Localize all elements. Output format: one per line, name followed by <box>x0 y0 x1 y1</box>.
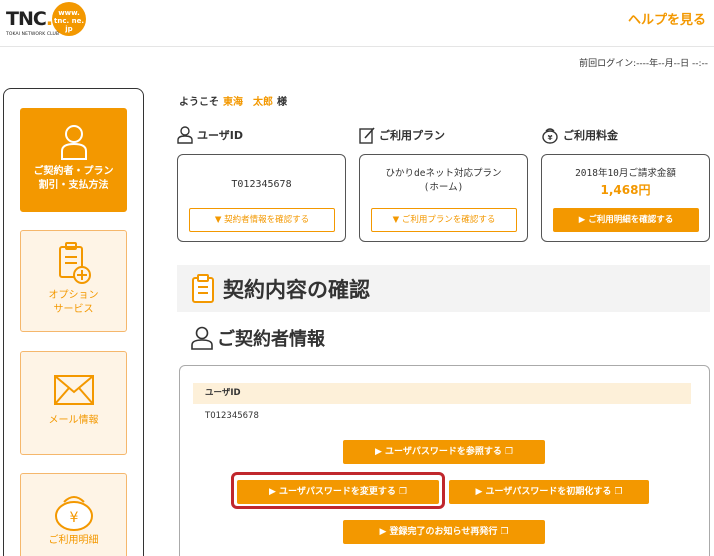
user-id-value: T012345678 <box>205 411 259 421</box>
person-icon <box>60 125 87 160</box>
person-icon <box>177 126 193 144</box>
view-password-button[interactable]: ▶ ユーザパスワードを参照する ❐ <box>343 440 545 464</box>
user-id-card: T012345678 ▼ 契約者情報を確認する <box>177 154 346 242</box>
tnc-logo[interactable]: TNC. www. tnc. ne. jp TOKAI NETWORK CLUB <box>6 2 90 46</box>
svg-text:¥: ¥ <box>69 510 78 526</box>
user-id-value: T012345678 <box>231 179 292 190</box>
user-id-label: ユーザID <box>193 383 691 404</box>
clipboard-icon <box>192 273 214 303</box>
sidebar-item-label: ご契約者・プラン <box>33 166 114 177</box>
user-id-heading: ユーザID <box>177 126 243 144</box>
yen-purse-icon: ¥ <box>54 496 93 531</box>
svg-text:¥: ¥ <box>548 134 553 142</box>
help-link[interactable]: ヘルプを見る <box>628 9 706 28</box>
reissue-notice-button[interactable]: ▶ 登録完了のお知らせ再発行 ❐ <box>343 520 545 544</box>
contractor-info-heading: ご契約者情報 <box>191 325 325 351</box>
section-banner: 契約内容の確認 <box>177 265 710 312</box>
clipboard-edit-icon <box>359 127 375 144</box>
billing-amount: 1,468円 <box>600 183 651 197</box>
sidebar-item-label: サービス <box>53 304 94 315</box>
view-plan-button[interactable]: ▼ ご利用プランを確認する <box>371 208 517 232</box>
sidebar-item-billing[interactable]: ¥ ご利用明細 <box>20 473 127 556</box>
user-name: 東海 太郎 <box>223 97 273 108</box>
plan-heading: ご利用プラン <box>359 126 445 144</box>
logo-text: TNC. <box>6 8 53 30</box>
sidebar-item-label: オプション <box>48 290 99 301</box>
sidebar: ご契約者・プラン 割引・支払方法 オプション サービス メール情報 ¥ ご利用明… <box>3 88 144 556</box>
logo-subtitle: TOKAI NETWORK CLUB <box>6 32 60 37</box>
billing-month: 2018年10月ご請求金額 <box>575 168 676 179</box>
page-title: 契約内容の確認 <box>223 277 370 302</box>
clipboard-plus-icon <box>58 242 91 284</box>
yen-purse-icon: ¥ <box>542 128 558 144</box>
last-login-text: 前回ログイン:----年--月--日 --:-- <box>579 59 708 69</box>
view-contract-info-button[interactable]: ▼ 契約者情報を確認する <box>189 208 335 232</box>
fee-heading: ¥ ご利用料金 <box>541 126 618 144</box>
sidebar-item-contract[interactable]: ご契約者・プラン 割引・支払方法 <box>20 108 127 212</box>
plan-name: ひかりdeネット対応プラン <box>385 168 502 179</box>
logo-url-badge: www. tnc. ne. jp <box>52 2 86 36</box>
view-billing-button[interactable]: ▶ ご利用明細を確認する <box>553 208 699 232</box>
sidebar-item-label: 割引・支払方法 <box>38 180 109 191</box>
header-divider <box>0 46 714 47</box>
highlight-box <box>231 472 445 509</box>
fee-card: 2018年10月ご請求金額 1,468円 ▶ ご利用明細を確認する <box>541 154 710 242</box>
envelope-icon <box>53 375 94 405</box>
welcome-message: ようこそ 東海 太郎様 <box>179 97 287 108</box>
plan-type: (ホーム) <box>423 182 464 193</box>
person-icon <box>191 326 213 350</box>
sidebar-item-label: ご利用明細 <box>48 535 99 546</box>
reset-password-button[interactable]: ▶ ユーザパスワードを初期化する ❐ <box>449 480 649 504</box>
sidebar-item-mail[interactable]: メール情報 <box>20 351 127 455</box>
sidebar-item-label: メール情報 <box>48 415 99 426</box>
sidebar-item-options[interactable]: オプション サービス <box>20 230 127 332</box>
plan-card: ひかりdeネット対応プラン (ホーム) ▼ ご利用プランを確認する <box>359 154 528 242</box>
